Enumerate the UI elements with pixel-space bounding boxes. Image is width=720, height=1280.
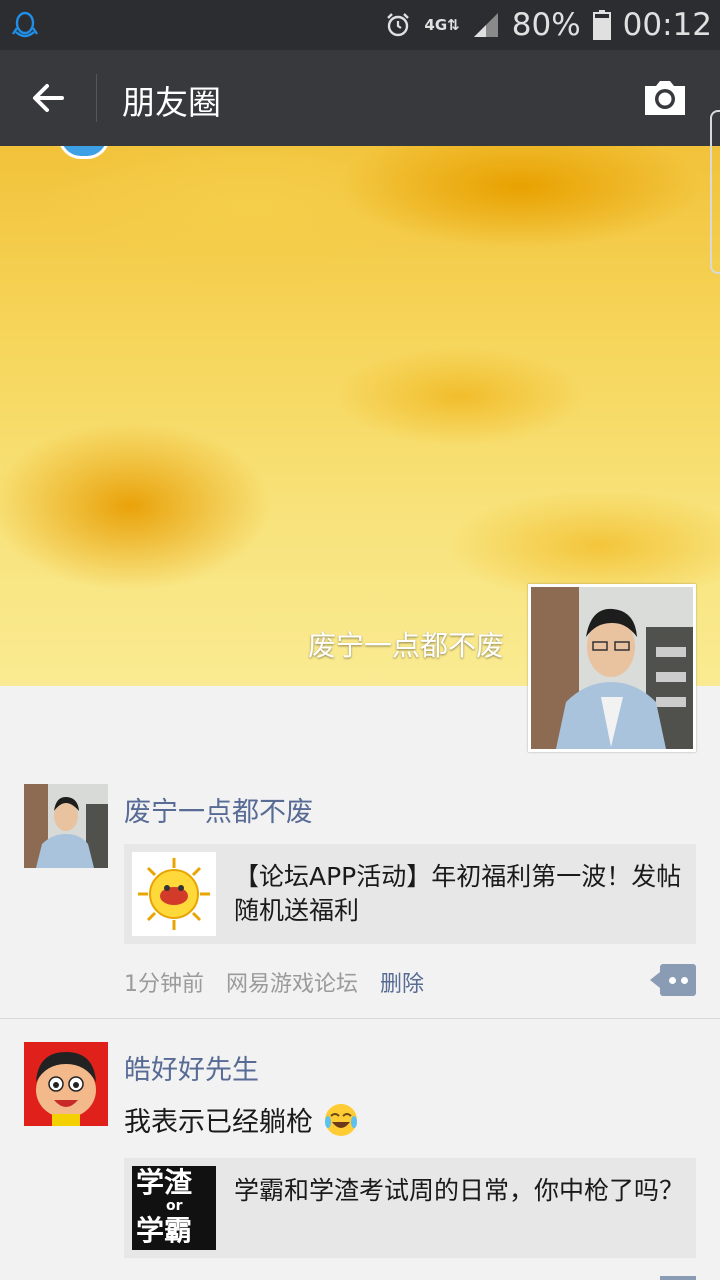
edge-handle bbox=[710, 110, 720, 274]
battery-icon bbox=[592, 10, 611, 40]
post-text: 我表示已经躺枪 bbox=[124, 1100, 359, 1145]
post-source[interactable]: 网易游戏论坛 bbox=[226, 966, 358, 998]
back-arrow-icon[interactable] bbox=[28, 78, 68, 118]
status-right: 4G ⇅ 80% 00:12 bbox=[384, 0, 712, 50]
post-text-content: 我表示已经躺枪 bbox=[124, 1107, 313, 1138]
post-user-name[interactable]: 皓好好先生 bbox=[124, 1048, 259, 1087]
cover-avatar-edge bbox=[58, 146, 110, 159]
qq-notification-icon bbox=[10, 10, 40, 40]
cover-user-name: 废宁一点都不废 bbox=[307, 629, 504, 662]
profile-avatar[interactable] bbox=[528, 584, 696, 752]
header-divider bbox=[96, 74, 97, 122]
top-navigation-bar: 朋友圈 bbox=[0, 50, 720, 146]
laughing-tears-emoji-icon bbox=[323, 1102, 359, 1145]
shared-link-card[interactable]: 学渣 or 学霸 学霸和学渣考试周的日常，你中枪了吗？ bbox=[124, 1158, 696, 1258]
shared-link-card[interactable]: 【论坛APP活动】年初福利第一波！发帖随机送福利 bbox=[124, 844, 696, 944]
network-type-label: 4G bbox=[424, 16, 448, 34]
camera-icon[interactable] bbox=[642, 78, 688, 118]
status-bar: 4G ⇅ 80% 00:12 bbox=[0, 0, 720, 50]
link-thumbnail bbox=[132, 852, 216, 936]
more-dot-icon bbox=[681, 977, 688, 984]
post-avatar[interactable] bbox=[24, 1042, 108, 1126]
post-avatar[interactable] bbox=[24, 784, 108, 868]
thumb-text-or: or bbox=[166, 1198, 183, 1214]
network-type: 4G ⇅ bbox=[424, 16, 460, 34]
thumb-text-top: 学渣 bbox=[136, 1166, 193, 1199]
post-time: 1分钟前 bbox=[124, 972, 204, 997]
page-title: 朋友圈 bbox=[122, 83, 221, 122]
comment-more-button-partial[interactable] bbox=[660, 1276, 696, 1280]
data-arrows-icon: ⇅ bbox=[447, 16, 460, 34]
post-user-name[interactable]: 废宁一点都不废 bbox=[124, 790, 313, 829]
delete-button[interactable]: 删除 bbox=[380, 966, 424, 998]
signal-icon bbox=[472, 11, 500, 39]
link-title: 【论坛APP活动】年初福利第一波！发帖随机送福利 bbox=[234, 862, 682, 925]
link-title: 学霸和学渣考试周的日常，你中枪了吗？ bbox=[234, 1176, 685, 1205]
more-dot-icon bbox=[669, 977, 676, 984]
link-thumbnail: 学渣 or 学霸 bbox=[132, 1166, 216, 1250]
post-divider bbox=[0, 1018, 720, 1019]
clock: 00:12 bbox=[622, 7, 712, 43]
comment-more-button[interactable] bbox=[650, 964, 696, 996]
alarm-icon bbox=[384, 11, 412, 39]
post-meta: 1分钟前 网易游戏论坛 删除 bbox=[124, 966, 424, 998]
battery-percent: 80% bbox=[511, 7, 581, 43]
thumb-text-bottom: 学霸 bbox=[136, 1214, 193, 1247]
